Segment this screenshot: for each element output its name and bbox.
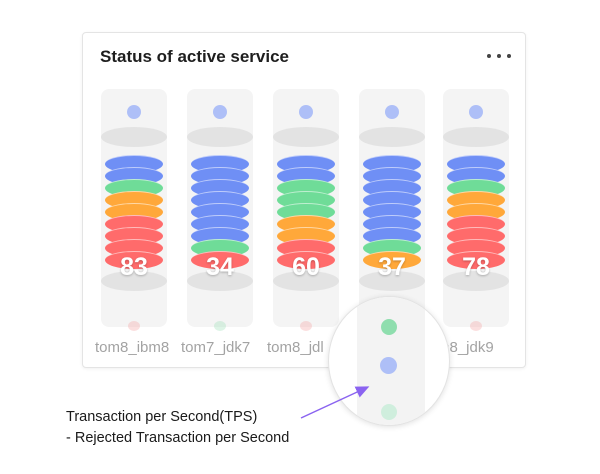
callout-arrow bbox=[300, 386, 370, 419]
callout-line-tps: Transaction per Second(TPS) bbox=[66, 409, 258, 425]
callout-text: Transaction per Second(TPS) - Rejected T… bbox=[66, 407, 289, 449]
callout-line-rejected: - Rejected Transaction per Second bbox=[66, 430, 290, 446]
